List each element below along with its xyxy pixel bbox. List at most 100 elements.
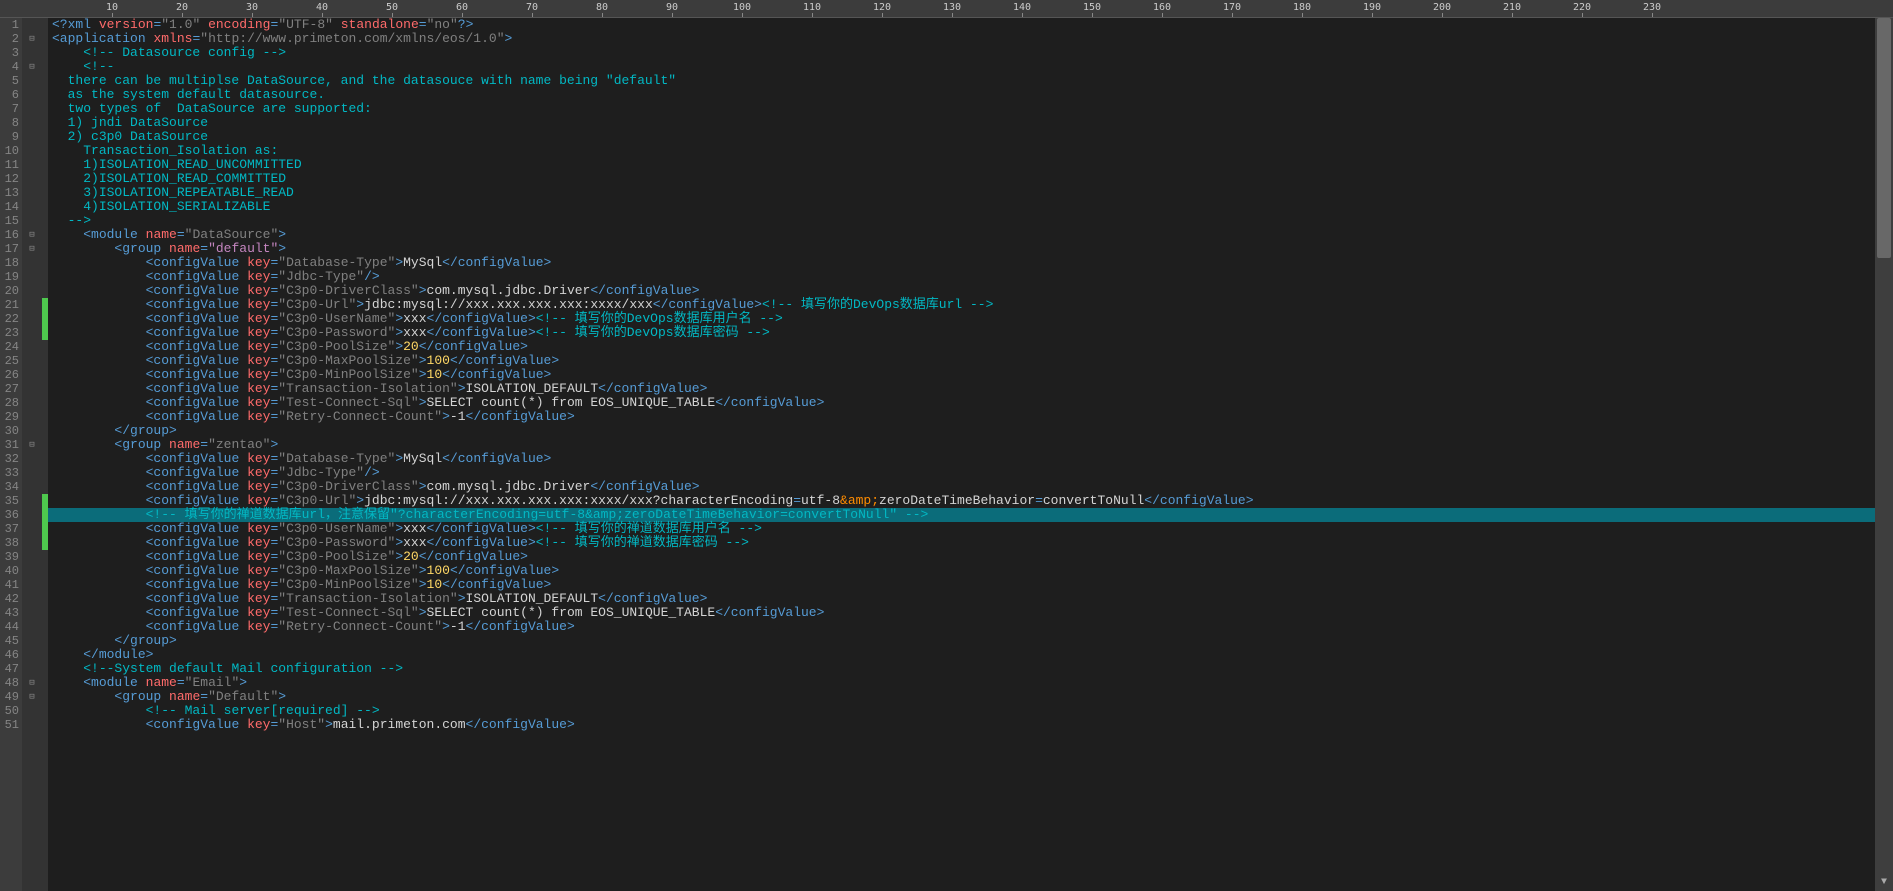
fold-toggle[interactable]: [22, 340, 42, 354]
line-number[interactable]: 9: [0, 130, 19, 144]
line-number[interactable]: 47: [0, 662, 19, 676]
line-number-gutter[interactable]: 1234567891011121314151617181920212223242…: [0, 18, 22, 891]
fold-toggle[interactable]: [22, 550, 42, 564]
fold-toggle[interactable]: [22, 466, 42, 480]
scrollbar-thumb[interactable]: [1877, 18, 1891, 258]
code-line[interactable]: <group name="Default">: [48, 690, 1875, 704]
code-line[interactable]: <!-- Datasource config -->: [48, 46, 1875, 60]
code-line[interactable]: <configValue key="C3p0-MinPoolSize">10</…: [48, 578, 1875, 592]
code-line[interactable]: two types of DataSource are supported:: [48, 102, 1875, 116]
fold-column[interactable]: ⊟⊟⊟⊟⊟⊟⊟: [22, 18, 42, 891]
scroll-down-icon[interactable]: ▼: [1875, 875, 1893, 891]
line-number[interactable]: 43: [0, 606, 19, 620]
fold-toggle[interactable]: ⊟: [22, 242, 42, 256]
fold-toggle[interactable]: [22, 256, 42, 270]
code-line[interactable]: <configValue key="C3p0-Url">jdbc:mysql:/…: [48, 298, 1875, 312]
line-number[interactable]: 2: [0, 32, 19, 46]
code-line[interactable]: as the system default datasource.: [48, 88, 1875, 102]
line-number[interactable]: 36: [0, 508, 19, 522]
line-number[interactable]: 14: [0, 200, 19, 214]
line-number[interactable]: 27: [0, 382, 19, 396]
fold-toggle[interactable]: [22, 186, 42, 200]
line-number[interactable]: 10: [0, 144, 19, 158]
line-number[interactable]: 4: [0, 60, 19, 74]
line-number[interactable]: 11: [0, 158, 19, 172]
code-line[interactable]: <configValue key="C3p0-MaxPoolSize">100<…: [48, 564, 1875, 578]
line-number[interactable]: 34: [0, 480, 19, 494]
fold-toggle[interactable]: [22, 214, 42, 228]
line-number[interactable]: 12: [0, 172, 19, 186]
fold-toggle[interactable]: [22, 620, 42, 634]
code-line[interactable]: 4)ISOLATION_SERIALIZABLE: [48, 200, 1875, 214]
code-line[interactable]: 1)ISOLATION_READ_UNCOMMITTED: [48, 158, 1875, 172]
code-line[interactable]: <!-- 填写你的禅道数据库url，注意保留"?characterEncodin…: [48, 508, 1875, 522]
line-number[interactable]: 13: [0, 186, 19, 200]
code-line[interactable]: <configValue key="C3p0-PoolSize">20</con…: [48, 550, 1875, 564]
fold-toggle[interactable]: [22, 74, 42, 88]
code-line[interactable]: <configValue key="Retry-Connect-Count">-…: [48, 410, 1875, 424]
line-number[interactable]: 6: [0, 88, 19, 102]
line-number[interactable]: 16: [0, 228, 19, 242]
line-number[interactable]: 33: [0, 466, 19, 480]
line-number[interactable]: 18: [0, 256, 19, 270]
line-number[interactable]: 30: [0, 424, 19, 438]
code-line[interactable]: <configValue key="Retry-Connect-Count">-…: [48, 620, 1875, 634]
line-number[interactable]: 15: [0, 214, 19, 228]
fold-toggle[interactable]: [22, 522, 42, 536]
line-number[interactable]: 32: [0, 452, 19, 466]
line-number[interactable]: 5: [0, 74, 19, 88]
code-line[interactable]: 2) c3p0 DataSource: [48, 130, 1875, 144]
line-number[interactable]: 46: [0, 648, 19, 662]
code-view[interactable]: <?xml version="1.0" encoding="UTF-8" sta…: [48, 18, 1875, 891]
line-number[interactable]: 48: [0, 676, 19, 690]
code-line[interactable]: <!--System default Mail configuration --…: [48, 662, 1875, 676]
fold-toggle[interactable]: [22, 270, 42, 284]
fold-toggle[interactable]: [22, 312, 42, 326]
code-line[interactable]: <configValue key="Database-Type">MySql</…: [48, 256, 1875, 270]
code-line[interactable]: Transaction_Isolation as:: [48, 144, 1875, 158]
line-number[interactable]: 20: [0, 284, 19, 298]
fold-toggle[interactable]: [22, 424, 42, 438]
fold-toggle[interactable]: [22, 46, 42, 60]
code-line[interactable]: <configValue key="C3p0-Url">jdbc:mysql:/…: [48, 494, 1875, 508]
fold-toggle[interactable]: [22, 410, 42, 424]
line-number[interactable]: 7: [0, 102, 19, 116]
line-number[interactable]: 42: [0, 592, 19, 606]
line-number[interactable]: 19: [0, 270, 19, 284]
fold-toggle[interactable]: [22, 298, 42, 312]
fold-toggle[interactable]: [22, 130, 42, 144]
line-number[interactable]: 44: [0, 620, 19, 634]
line-number[interactable]: 17: [0, 242, 19, 256]
line-number[interactable]: 28: [0, 396, 19, 410]
line-number[interactable]: 45: [0, 634, 19, 648]
code-line[interactable]: <configValue key="C3p0-UserName">xxx</co…: [48, 522, 1875, 536]
code-line[interactable]: <configValue key="C3p0-MinPoolSize">10</…: [48, 368, 1875, 382]
fold-toggle[interactable]: [22, 382, 42, 396]
code-line[interactable]: <configValue key="Transaction-Isolation"…: [48, 592, 1875, 606]
fold-toggle[interactable]: [22, 144, 42, 158]
code-line[interactable]: 3)ISOLATION_REPEATABLE_READ: [48, 186, 1875, 200]
fold-toggle[interactable]: [22, 494, 42, 508]
code-line[interactable]: <module name="DataSource">: [48, 228, 1875, 242]
fold-toggle[interactable]: [22, 592, 42, 606]
fold-toggle[interactable]: [22, 704, 42, 718]
fold-toggle[interactable]: ⊟: [22, 32, 42, 46]
fold-toggle[interactable]: ⊟: [22, 60, 42, 74]
fold-toggle[interactable]: [22, 508, 42, 522]
line-number[interactable]: 31: [0, 438, 19, 452]
fold-toggle[interactable]: [22, 718, 42, 732]
code-line[interactable]: <application xmlns="http://www.primeton.…: [48, 32, 1875, 46]
code-line[interactable]: <configValue key="C3p0-PoolSize">20</con…: [48, 340, 1875, 354]
line-number[interactable]: 23: [0, 326, 19, 340]
line-number[interactable]: 8: [0, 116, 19, 130]
fold-toggle[interactable]: [22, 606, 42, 620]
line-number[interactable]: 39: [0, 550, 19, 564]
line-number[interactable]: 21: [0, 298, 19, 312]
line-number[interactable]: 22: [0, 312, 19, 326]
fold-toggle[interactable]: [22, 88, 42, 102]
fold-toggle[interactable]: [22, 326, 42, 340]
line-number[interactable]: 41: [0, 578, 19, 592]
vertical-scrollbar[interactable]: ▲ ▼: [1875, 18, 1893, 891]
line-number[interactable]: 40: [0, 564, 19, 578]
fold-toggle[interactable]: [22, 172, 42, 186]
